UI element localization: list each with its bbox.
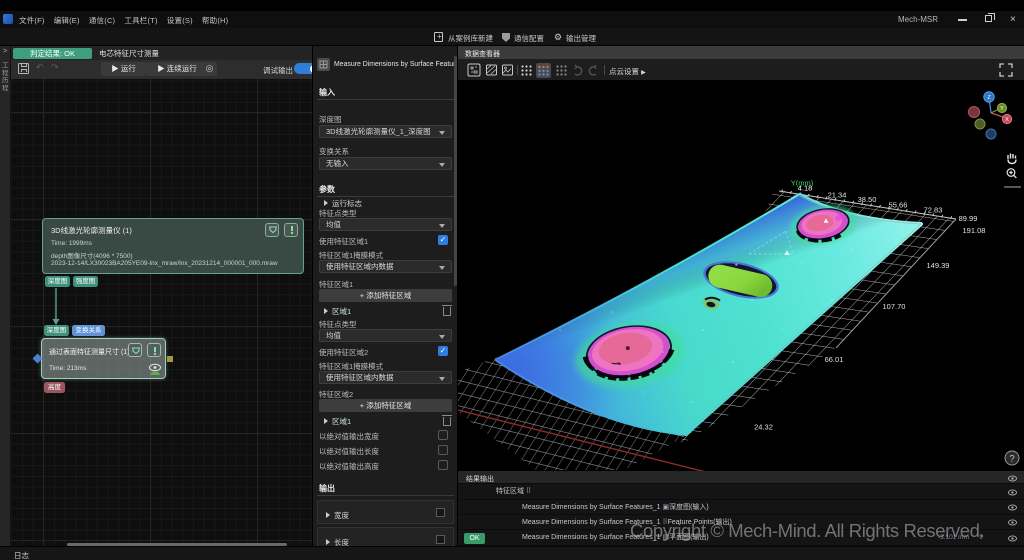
svg-text:?: ?	[1009, 454, 1014, 465]
svg-text:X: X	[1005, 117, 1009, 123]
svg-text:72.83: 72.83	[924, 206, 943, 215]
svg-text:149.39: 149.39	[927, 261, 950, 270]
svg-text:38.50: 38.50	[858, 195, 877, 204]
svg-text:191.08: 191.08	[963, 226, 986, 235]
svg-text:Y: Y	[1000, 106, 1004, 112]
svg-text:24.32: 24.32	[754, 423, 773, 432]
svg-text:107.70: 107.70	[883, 302, 906, 311]
svg-text:21.34: 21.34	[828, 190, 847, 199]
svg-text:Y(mm): Y(mm)	[791, 179, 814, 188]
svg-text:55.66: 55.66	[889, 201, 908, 210]
svg-text:89.99: 89.99	[959, 214, 978, 223]
svg-text:66.01: 66.01	[825, 355, 844, 364]
